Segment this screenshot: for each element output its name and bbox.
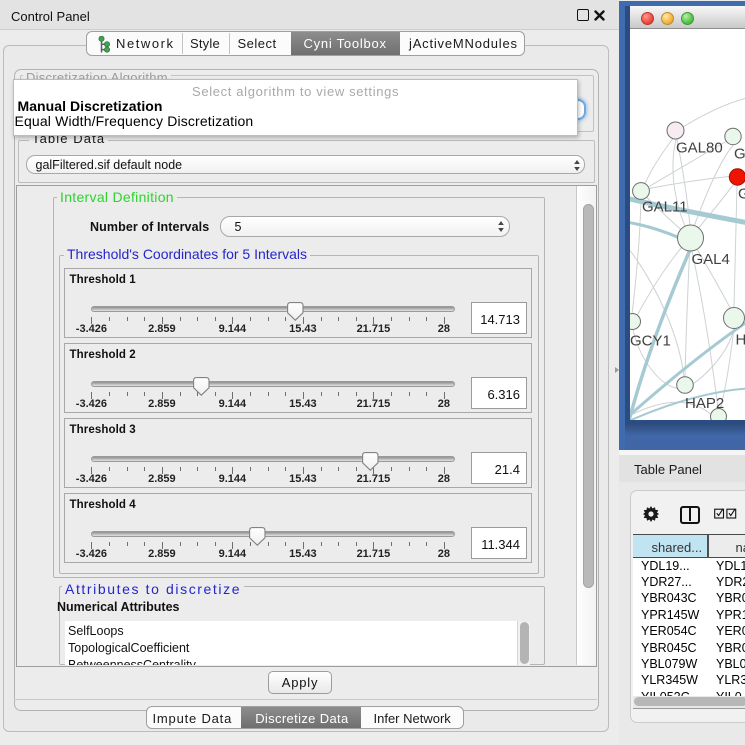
svg-text:GAL80: GAL80 xyxy=(676,139,723,156)
svg-text:GA: GA xyxy=(734,145,745,162)
svg-text:GAL4: GAL4 xyxy=(692,251,730,268)
svg-text:GAL11: GAL11 xyxy=(642,198,688,215)
svg-text:GCY1: GCY1 xyxy=(630,332,671,349)
svg-text:HAP2: HAP2 xyxy=(685,395,724,412)
svg-text:H: H xyxy=(736,331,745,348)
svg-text:G: G xyxy=(738,185,745,202)
